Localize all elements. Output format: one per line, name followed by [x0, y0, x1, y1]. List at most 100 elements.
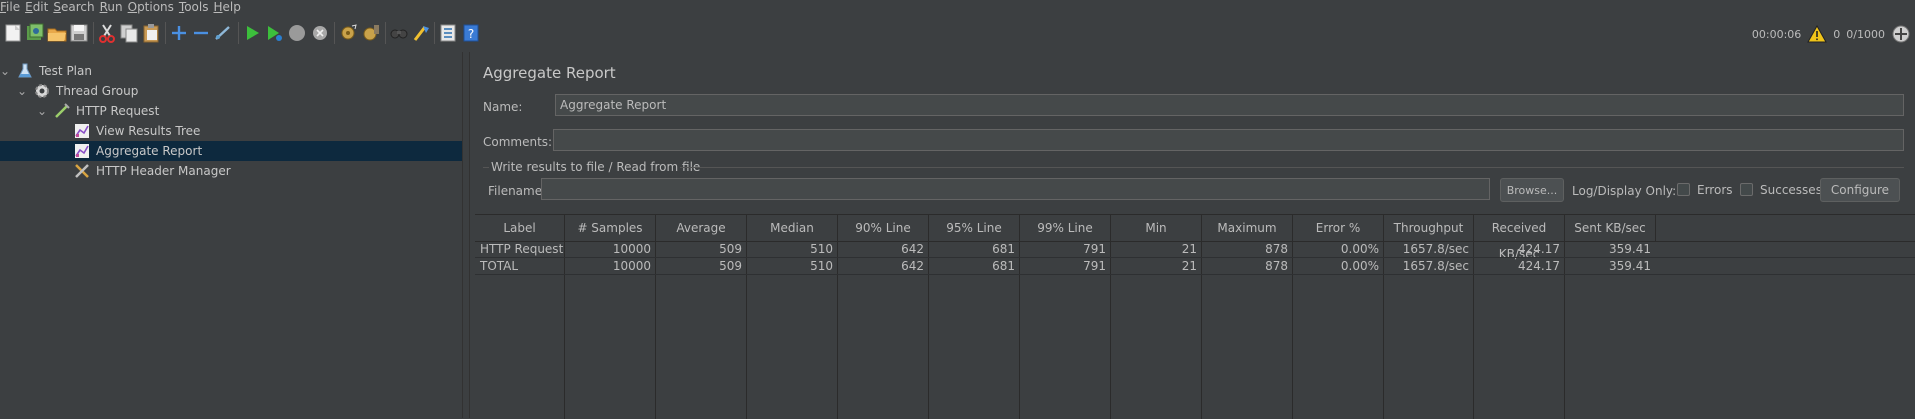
table-cell: 878 — [1265, 259, 1288, 273]
table-cell: 510 — [810, 259, 833, 273]
errors-checkbox[interactable] — [1677, 183, 1690, 196]
open-icon[interactable] — [46, 22, 68, 44]
table-cell: TOTAL — [480, 259, 519, 273]
menu-label: earch — [60, 0, 95, 14]
tree-node-http-request[interactable]: ⌄ HTTP Request — [37, 101, 462, 121]
clear-icon[interactable] — [337, 22, 359, 44]
paste-icon[interactable] — [140, 22, 162, 44]
menu-label: ptions — [137, 0, 174, 14]
tree-node-http-header-manager[interactable]: HTTP Header Manager — [73, 161, 462, 181]
group-border — [483, 167, 489, 168]
new-icon[interactable] — [2, 22, 24, 44]
expand-icon[interactable] — [168, 22, 190, 44]
tree-node-aggregate-report[interactable]: Aggregate Report — [0, 141, 462, 161]
split-pane-divider[interactable] — [462, 52, 470, 418]
log-display-label: Log/Display Only: — [1572, 184, 1677, 198]
copy-icon[interactable] — [118, 22, 140, 44]
toolbar-separator — [93, 22, 94, 44]
tree-node-label: View Results Tree — [96, 124, 201, 138]
successes-checkbox[interactable] — [1740, 183, 1753, 196]
column-header[interactable]: Received KB/sec — [1474, 215, 1565, 261]
menu-item-file[interactable]: File — [0, 0, 25, 14]
column-header[interactable]: Average — [656, 215, 747, 241]
clear-all-icon[interactable] — [360, 22, 382, 44]
table-row[interactable]: HTTP Request 10000 509 510 642 681 791 21 878 0.0… — [475, 241, 1915, 258]
expand-caret-icon[interactable]: ⌄ — [37, 104, 47, 118]
column-header[interactable]: Median — [747, 215, 838, 241]
toolbar-separator — [165, 22, 166, 44]
menu-item-edit[interactable]: Edit — [25, 0, 53, 14]
help-icon[interactable]: ? — [460, 22, 482, 44]
search-icon[interactable] — [388, 22, 410, 44]
column-header[interactable]: Error % — [1293, 215, 1384, 241]
reset-search-icon[interactable] — [410, 22, 432, 44]
successes-label: Successes — [1760, 183, 1822, 197]
tree-node-label: HTTP Header Manager — [96, 164, 231, 178]
table-cell: HTTP Request — [480, 242, 564, 256]
menu-item-help[interactable]: Help — [214, 0, 246, 14]
menu-item-options[interactable]: Options — [128, 0, 179, 14]
table-cell: 359.41 — [1609, 259, 1651, 273]
table-cell: 791 — [1083, 242, 1106, 256]
table-cell: 21 — [1181, 242, 1197, 256]
table-header: Label # Samples Average Median 90% Line 95% L… — [475, 215, 1915, 261]
menu-mnemonic: E — [25, 0, 33, 14]
expand-caret-icon[interactable]: ⌄ — [17, 84, 27, 98]
start-no-pauses-icon[interactable] — [263, 22, 285, 44]
warning-icon[interactable] — [1807, 25, 1828, 43]
tree-node-label: Thread Group — [56, 84, 139, 98]
filename-field[interactable] — [541, 178, 1490, 200]
shutdown-icon[interactable] — [309, 22, 331, 44]
cut-icon[interactable] — [96, 22, 118, 44]
browse-button[interactable]: Browse... — [1500, 178, 1564, 202]
test-plan-tree: ⌄ Test Plan ⌄ Thread Group ⌄ HTTP Reques… — [0, 52, 462, 418]
configure-button[interactable]: Configure — [1820, 178, 1900, 202]
table-cell: 424.17 — [1518, 259, 1560, 273]
table-cell: 0.00% — [1340, 242, 1379, 256]
menu-mnemonic: H — [213, 0, 223, 14]
tree-node-thread-group[interactable]: ⌄ Thread Group — [17, 81, 462, 101]
gear-icon — [33, 82, 51, 100]
tree-node-label: Test Plan — [39, 64, 92, 78]
toolbar-separator — [334, 22, 335, 44]
table-row[interactable]: TOTAL 10000 509 510 642 681 791 21 878 0.00% 1657.… — [475, 258, 1915, 275]
templates-icon[interactable] — [24, 22, 46, 44]
menu-item-run[interactable]: Run — [100, 0, 128, 14]
column-header[interactable]: Sent KB/sec — [1565, 215, 1656, 241]
column-header[interactable]: 99% Line — [1020, 215, 1111, 241]
collapse-icon[interactable] — [190, 22, 212, 44]
menu-item-search[interactable]: Search — [53, 0, 99, 14]
column-header[interactable]: # Samples — [565, 215, 656, 241]
column-header[interactable]: 95% Line — [929, 215, 1020, 241]
flask-icon — [16, 62, 34, 80]
start-icon[interactable] — [241, 22, 263, 44]
comments-field[interactable] — [553, 129, 1904, 151]
column-header[interactable]: Label — [475, 215, 565, 241]
column-header[interactable]: Throughput — [1384, 215, 1474, 241]
menu-mnemonic: S — [53, 0, 61, 14]
table-cell: 509 — [719, 259, 742, 273]
menu-label: ile — [6, 0, 21, 14]
status-area: 00:00:06 0 0/1000 — [1752, 16, 1915, 52]
table-cell: 642 — [901, 259, 924, 273]
remote-status-icon[interactable] — [1891, 24, 1911, 44]
column-header[interactable]: Min — [1111, 215, 1202, 241]
table-cell: 10000 — [612, 259, 651, 273]
panel-title: Aggregate Report — [483, 64, 616, 82]
aggregate-results-table: Label # Samples Average Median 90% Line 95% L… — [475, 214, 1915, 419]
menu-item-tools[interactable]: Tools — [179, 0, 214, 14]
tree-node-view-results-tree[interactable]: View Results Tree — [73, 121, 462, 141]
name-field[interactable]: Aggregate Report — [555, 94, 1904, 116]
table-cell: 424.17 — [1518, 242, 1560, 256]
save-icon[interactable] — [68, 22, 90, 44]
column-header[interactable]: 90% Line — [838, 215, 929, 241]
column-header[interactable]: Maximum — [1202, 215, 1293, 241]
expand-caret-icon[interactable]: ⌄ — [0, 64, 10, 78]
pipette-icon — [53, 102, 71, 120]
function-helper-icon[interactable] — [437, 22, 459, 44]
stop-icon[interactable] — [286, 22, 308, 44]
tree-node-test-plan[interactable]: ⌄ Test Plan — [0, 61, 462, 81]
table-cell: 681 — [992, 259, 1015, 273]
table-cell: 681 — [992, 242, 1015, 256]
toggle-icon[interactable] — [212, 22, 234, 44]
